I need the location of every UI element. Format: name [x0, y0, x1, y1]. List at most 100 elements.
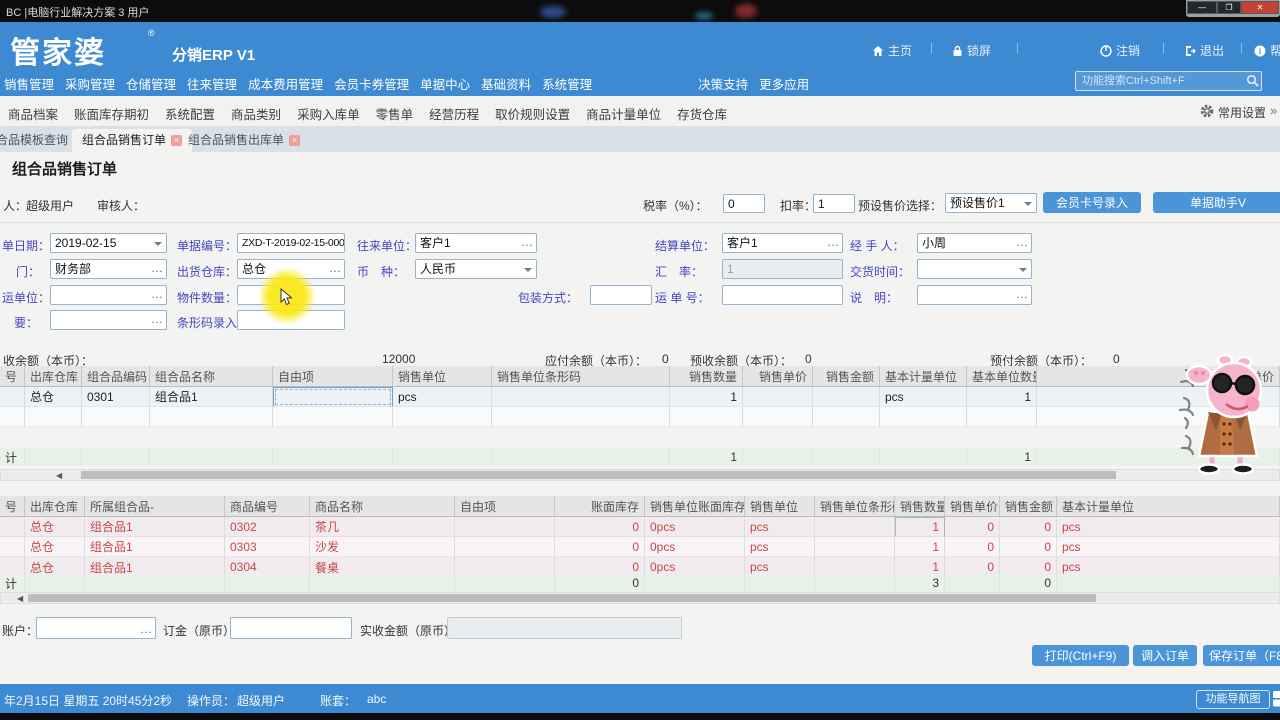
grid-cell[interactable]: 茶几	[310, 517, 455, 537]
grid-cell[interactable]: 总仓	[25, 557, 85, 574]
grid-cell[interactable]: pcs	[745, 537, 815, 557]
lookup-icon[interactable]: …	[151, 285, 163, 303]
grid-cell[interactable]: 总仓	[25, 387, 82, 407]
grid-cell[interactable]	[815, 574, 895, 592]
grid-cell[interactable]: 0	[555, 574, 645, 592]
grid-cell[interactable]: pcs	[1057, 537, 1280, 557]
grid-cell[interactable]	[880, 448, 967, 466]
grid-cell[interactable]: 组合品1	[85, 517, 225, 537]
summary-lookup[interactable]: …	[50, 310, 167, 330]
print-button[interactable]: 打印(Ctrl+F9)	[1032, 645, 1129, 666]
grid-cell[interactable]: pcs	[745, 557, 815, 574]
counterparty-lookup[interactable]: 客户1…	[415, 233, 537, 253]
grid-cell[interactable]: 0	[1000, 537, 1057, 557]
grid-cell[interactable]	[880, 407, 967, 427]
currency-select[interactable]: 人民币	[415, 259, 537, 279]
preset-price-select[interactable]: 预设售价1	[945, 193, 1037, 213]
bill-assistant-button[interactable]: 单据助手V	[1153, 192, 1280, 213]
grid-cell[interactable]: pcs	[1057, 517, 1280, 537]
grid-cell[interactable]	[82, 448, 150, 466]
grid-cell[interactable]: 0	[555, 537, 645, 557]
function-navigation-button[interactable]: 功能导航图	[1196, 690, 1270, 709]
scroll-left-icon[interactable]: ◀	[17, 594, 23, 604]
grid-cell[interactable]	[815, 557, 895, 574]
grid-cell[interactable]: 1	[670, 387, 743, 407]
waybill-number-input[interactable]	[722, 285, 843, 305]
grid-cell[interactable]: 总仓	[25, 517, 85, 537]
save-order-button[interactable]: 保存订单（F8）	[1203, 645, 1280, 666]
lookup-icon[interactable]: …	[521, 233, 533, 251]
grid-cell[interactable]: 计	[0, 448, 25, 466]
grid-cell[interactable]	[645, 574, 745, 592]
scroll-left-icon[interactable]: ◀	[56, 471, 62, 481]
grid-cell[interactable]	[25, 407, 82, 427]
grid-cell[interactable]	[815, 517, 895, 537]
grid-cell[interactable]	[0, 537, 25, 557]
grid-cell[interactable]: 餐桌	[310, 557, 455, 574]
grid-cell[interactable]	[273, 448, 393, 466]
panel-toggle-icon[interactable]	[1272, 690, 1280, 707]
load-order-button[interactable]: 调入订单	[1133, 645, 1197, 666]
grid-cell[interactable]: 组合品1	[150, 387, 273, 407]
grid-cell[interactable]	[813, 407, 880, 427]
header-link-home[interactable]: 主页	[872, 42, 912, 59]
menu-item[interactable]: 系统管理	[540, 68, 594, 99]
grid-cell[interactable]: 组合品1	[85, 557, 225, 574]
grid-cell[interactable]: pcs	[880, 387, 967, 407]
menu-item[interactable]: 基础资料	[479, 68, 533, 99]
handler-lookup[interactable]: 小周…	[917, 233, 1032, 253]
grid-cell[interactable]: 0303	[225, 537, 310, 557]
header-link-lockscreen[interactable]: 锁屏	[952, 42, 991, 59]
grid-cell[interactable]	[0, 387, 25, 407]
function-search-input[interactable]	[1075, 71, 1262, 91]
menu-item[interactable]: 采购管理	[63, 68, 117, 99]
lookup-icon[interactable]: …	[151, 259, 163, 277]
scrollbar-thumb[interactable]	[28, 594, 1096, 602]
grid-cell[interactable]: 0304	[225, 557, 310, 574]
grid-cell[interactable]: 1	[895, 517, 945, 537]
carrier-lookup[interactable]: …	[50, 285, 167, 305]
bill-date-select[interactable]: 2019-02-15	[50, 233, 167, 253]
grid-cell[interactable]	[273, 387, 393, 407]
grid-cell[interactable]: 0	[555, 557, 645, 574]
menu-item[interactable]: 决策支持	[696, 68, 750, 99]
settle-unit-lookup[interactable]: 客户1…	[722, 233, 843, 253]
grid-cell[interactable]	[492, 448, 670, 466]
tab-combo-sales-order[interactable]: 组合品销售订单×	[72, 129, 192, 152]
grid-cell[interactable]	[743, 448, 813, 466]
grid-cell[interactable]	[813, 448, 880, 466]
header-link-help[interactable]: i 帮	[1254, 42, 1280, 59]
grid-cell[interactable]	[0, 407, 25, 427]
grid-cell[interactable]: 0	[1000, 517, 1057, 537]
minimize-button[interactable]: —	[1187, 1, 1217, 14]
grid-cell[interactable]	[967, 407, 1037, 427]
grid-cell[interactable]	[743, 387, 813, 407]
grid-cell[interactable]	[82, 407, 150, 427]
grid-cell[interactable]: 1	[967, 448, 1037, 466]
grid-cell[interactable]: 1	[967, 387, 1037, 407]
department-lookup[interactable]: 财务部…	[50, 259, 167, 279]
grid-cell[interactable]	[85, 574, 225, 592]
header-link-logout[interactable]: 注销	[1100, 42, 1140, 59]
horizontal-scrollbar[interactable]: ◀	[0, 592, 1280, 604]
lookup-icon[interactable]: …	[140, 619, 152, 639]
grid-cell[interactable]: 1	[670, 448, 743, 466]
grid-cell[interactable]	[670, 407, 743, 427]
grid-cell[interactable]: 1	[895, 557, 945, 574]
grid-cell[interactable]	[743, 407, 813, 427]
grid-cell[interactable]	[25, 574, 85, 592]
lookup-icon[interactable]: …	[329, 259, 341, 277]
menu-item[interactable]: 会员卡券管理	[332, 68, 411, 99]
close-button[interactable]: ✕	[1241, 1, 1279, 14]
grid-cell[interactable]	[455, 517, 555, 537]
menu-item[interactable]: 销售管理	[2, 68, 56, 99]
grid-cell[interactable]: 总仓	[25, 537, 85, 557]
menu-item[interactable]: 更多应用	[757, 68, 811, 99]
grid-cell[interactable]: 组合品1	[85, 537, 225, 557]
menu-item[interactable]: 仓储管理	[124, 68, 178, 99]
grid-cell[interactable]	[393, 407, 492, 427]
tab-combo-sales-outbound[interactable]: 组合品销售出库单×	[178, 129, 310, 152]
grid-cell[interactable]	[945, 574, 1000, 592]
grid-cell[interactable]	[455, 537, 555, 557]
menu-item[interactable]: 单据中心	[418, 68, 472, 99]
